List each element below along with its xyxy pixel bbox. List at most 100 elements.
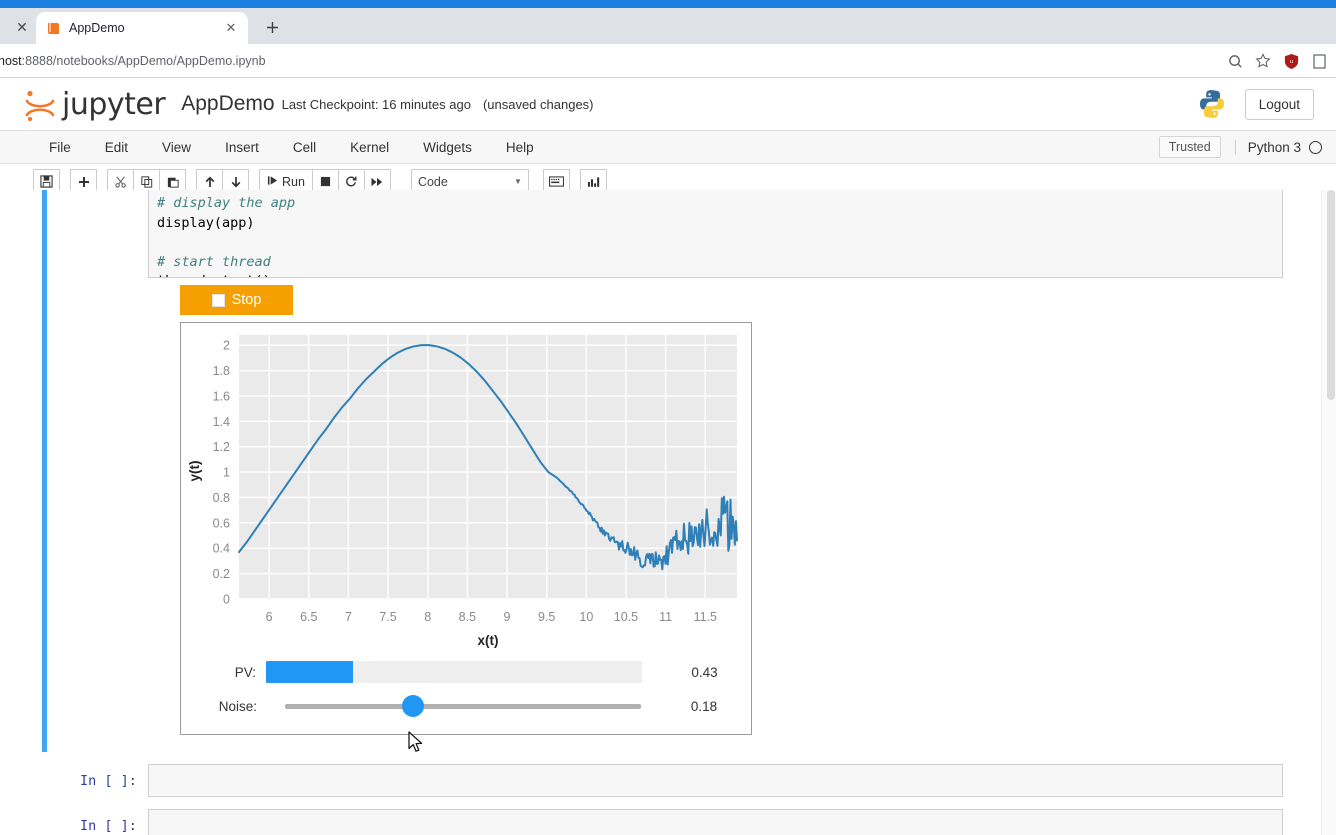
stop-button-label: Stop <box>231 292 262 308</box>
logout-button[interactable]: Logout <box>1244 88 1314 120</box>
notebook-checkpoint-text: Last Checkpoint: 16 minutes ago <box>281 96 471 112</box>
x-tick-label: 11.5 <box>694 610 717 624</box>
pv-value: 0.43 <box>691 664 718 680</box>
y-tick-label: 1 <box>223 466 230 480</box>
shield-extension-icon[interactable]: u <box>1282 52 1300 70</box>
code-editor-empty[interactable] <box>148 809 1283 835</box>
menu-view[interactable]: View <box>145 131 208 164</box>
x-tick-label: 9.5 <box>538 610 555 624</box>
jupyter-wordmark: jupyter <box>62 86 166 122</box>
notebook-scrollbar-thumb[interactable] <box>1327 190 1335 400</box>
menubar-right: Trusted Python 3 <box>1158 136 1322 158</box>
jupyter-logo[interactable]: jupyter <box>22 86 166 122</box>
code-editor-empty[interactable] <box>148 764 1283 797</box>
stop-toggle-button[interactable]: Stop <box>180 285 293 315</box>
notebook-body[interactable]: # display the app display(app) # start t… <box>0 190 1336 835</box>
y-tick-label: 0.4 <box>213 542 230 556</box>
x-tick-label: 6 <box>266 610 273 624</box>
menu-insert[interactable]: Insert <box>208 131 276 164</box>
browser-tabstrip: ✕ AppDemo ✕ <box>0 8 1336 44</box>
jupyter-menubar: File Edit View Insert Cell Kernel Widget… <box>0 131 1336 164</box>
y-tick-label: 0.6 <box>213 516 230 530</box>
x-tick-label: 9 <box>504 610 511 624</box>
run-play-icon <box>267 175 278 189</box>
notebook-name[interactable]: AppDemo <box>181 92 274 116</box>
y-tick-label: 1.4 <box>213 415 230 429</box>
star-icon[interactable] <box>1254 52 1272 70</box>
x-tick-label: 10 <box>579 610 593 624</box>
code-text: # display the app display(app) # start t… <box>157 194 1282 277</box>
cell-output-area: Stop 0 0.2 0.4 0.6 0.8 1 1.2 1.4 1.6 1.8 2 6 6.5 7 7.… <box>180 285 752 735</box>
y-tick-label: 2 <box>223 339 230 353</box>
run-label: Run <box>282 174 305 189</box>
puzzle-icon[interactable] <box>1310 52 1328 70</box>
pv-progress-bar <box>266 661 643 683</box>
empty-code-cell-1[interactable]: In [ ]: <box>0 762 1291 806</box>
new-tab-button[interactable] <box>258 13 286 41</box>
search-icon[interactable] <box>1226 52 1244 70</box>
y-tick-label: 0.2 <box>213 567 230 581</box>
pv-track-wrap <box>266 661 643 683</box>
browser-tab-appdemo[interactable]: AppDemo ✕ <box>36 12 248 44</box>
empty-code-cell-2[interactable]: In [ ]: <box>0 807 1291 835</box>
x-tick-label: 8.5 <box>459 610 476 624</box>
code-line-5: thread.start() <box>157 273 271 277</box>
y-tick-label: 1.8 <box>213 364 230 378</box>
noise-track-wrap <box>267 695 641 717</box>
close-icon[interactable]: ✕ <box>224 20 238 36</box>
window-close-left-icon[interactable]: ✕ <box>8 10 36 44</box>
noise-slider[interactable] <box>285 695 641 717</box>
x-axis-label: x(t) <box>478 633 499 648</box>
code-editor[interactable]: # display the app display(app) # start t… <box>148 190 1283 278</box>
x-tick-label: 8 <box>424 610 431 624</box>
noise-slider-handle[interactable] <box>402 695 425 717</box>
menu-help[interactable]: Help <box>489 131 551 164</box>
jupyter-header: jupyter AppDemo Last Checkpoint: 16 minu… <box>0 78 1336 131</box>
menu-kernel[interactable]: Kernel <box>333 131 406 164</box>
menu-edit[interactable]: Edit <box>88 131 145 164</box>
python-logo-icon <box>1195 87 1229 121</box>
x-tick-label: 11 <box>659 610 672 624</box>
url-path: :8888/notebooks/AppDemo/AppDemo.ipynb <box>21 53 266 68</box>
y-tick-label: 0.8 <box>213 491 230 505</box>
checkbox-unchecked-icon <box>211 293 225 307</box>
code-line-2: display(app) <box>157 214 255 231</box>
cell-selection-bar <box>42 190 47 752</box>
x-tick-label: 10.5 <box>614 610 638 624</box>
chevron-down-icon: ▼ <box>514 177 522 186</box>
y-tick-label: 1.2 <box>213 440 230 454</box>
pv-row: PV: 0.43 <box>191 655 741 689</box>
cell-prompt: In [ ]: <box>80 773 137 789</box>
y-tick-label: 1.6 <box>213 389 230 403</box>
menu-file[interactable]: File <box>32 131 88 164</box>
y-tick-label: 0 <box>223 593 230 607</box>
noise-row: Noise: 0.18 <box>191 689 741 723</box>
url-host: host <box>0 53 22 68</box>
jupyter-logo-mark-icon <box>22 88 60 122</box>
code-line-comment-1: # display the app <box>157 195 296 211</box>
x-tick-label: 7.5 <box>379 610 396 624</box>
jupyter-header-right: Logout <box>1195 87 1314 121</box>
menu-cell[interactable]: Cell <box>276 131 333 164</box>
code-line-comment-2: # start thread <box>157 253 271 270</box>
pv-progress-fill <box>266 661 353 683</box>
jupyter-book-icon <box>46 21 61 36</box>
code-cell-selected[interactable]: # display the app display(app) # start t… <box>0 190 1291 752</box>
kernel-status[interactable]: Python 3 <box>1234 139 1322 155</box>
noise-slider-rail[interactable] <box>285 703 641 709</box>
notebook-dirty-indicator: (unsaved changes) <box>482 96 594 112</box>
kernel-idle-circle-icon <box>1309 140 1322 154</box>
app-control-rows: PV: 0.43 Noise: 0.18 <box>191 655 741 723</box>
notebook-scrollbar-track[interactable] <box>1321 190 1336 835</box>
plot-figure: 0 0.2 0.4 0.6 0.8 1 1.2 1.4 1.6 1.8 2 6 6.5 7 7.5 8 8.5… <box>181 323 751 658</box>
kernel-name-label: Python 3 <box>1247 139 1301 155</box>
pv-label: PV: <box>234 664 257 680</box>
x-tick-label: 7 <box>345 610 352 624</box>
browser-tab-title: AppDemo <box>69 21 125 35</box>
menu-widgets[interactable]: Widgets <box>406 131 489 164</box>
y-axis-label: y(t) <box>187 461 202 482</box>
browser-omnibox[interactable]: host:8888/notebooks/AppDemo/AppDemo.ipyn… <box>0 44 1336 78</box>
x-tick-label: 6.5 <box>300 610 317 624</box>
trusted-badge[interactable]: Trusted <box>1158 136 1221 158</box>
